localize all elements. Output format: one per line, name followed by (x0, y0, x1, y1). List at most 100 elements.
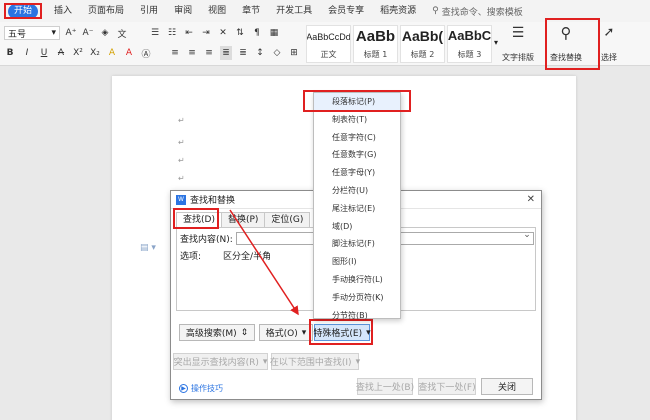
tab-developer[interactable]: 开发工具 (268, 0, 320, 22)
tab-page-layout[interactable]: 页面布局 (80, 0, 132, 22)
find-next-button[interactable]: 查找下一处(F) (418, 378, 476, 395)
highlight-color-icon[interactable]: A (106, 46, 118, 60)
tab-find[interactable]: 查找(D) (176, 212, 222, 227)
format-button[interactable]: 格式(O) ▾ (259, 324, 313, 341)
find-in-button[interactable]: 在以下范围中查找(I) ▾ (270, 353, 361, 370)
menu-item-section-break[interactable]: 分节符(B) (314, 307, 400, 325)
find-previous-button[interactable]: 查找上一处(B) (356, 378, 414, 395)
menu-item-any-digit[interactable]: 任意数字(G) (314, 146, 400, 164)
margin-doc-icon[interactable]: ▤ ▾ (140, 243, 156, 253)
menu-item-column-break[interactable]: 分栏符(U) (314, 182, 400, 200)
style-sample: AaBbCcDd (306, 32, 351, 42)
tab-section[interactable]: 章节 (234, 0, 268, 22)
chevron-down-icon: ▾ (355, 356, 361, 367)
highlight-all-button[interactable]: 突出显示查找内容(R) ▾ (173, 353, 268, 370)
dialog-title: 查找和替换 (190, 196, 236, 206)
border-icon[interactable]: ⊞ (288, 46, 300, 60)
menu-item-any-letter[interactable]: 任意字母(Y) (314, 164, 400, 182)
paragraph-mark: ↵ (178, 174, 185, 183)
font-size-select[interactable]: 五号 ▾ (4, 26, 60, 40)
special-format-label: 特殊格式(E) (313, 329, 363, 339)
play-icon: ▶ (179, 384, 188, 393)
shrink-font-icon[interactable]: A⁻ (82, 26, 94, 40)
style-normal[interactable]: AaBbCcDd 正文 (306, 25, 351, 63)
tab-goto[interactable]: 定位(G) (264, 212, 311, 227)
outdent-icon[interactable]: ⇤ (183, 26, 195, 40)
tab-references[interactable]: 引用 (132, 0, 166, 22)
advanced-search-label: 高级搜索(M) (185, 329, 237, 339)
tab-insert[interactable]: 插入 (46, 0, 80, 22)
wps-icon: W (176, 194, 186, 205)
align-center-icon[interactable]: ≡ (186, 46, 198, 60)
menu-item-any-char[interactable]: 任意字符(C) (314, 129, 400, 147)
dialog-tabs: 查找(D) 替换(P) 定位(G) (176, 212, 311, 227)
font-size-value: 五号 (8, 29, 27, 40)
chevron-down-icon: ▾ (262, 356, 268, 367)
tab-docer[interactable]: 稻壳资源 (372, 0, 424, 22)
italic-icon[interactable]: I (21, 46, 33, 60)
show-marks-icon[interactable]: ¶ (251, 26, 263, 40)
style-heading-3[interactable]: AaBbC 标题 3 (447, 25, 492, 63)
text-layout-button[interactable]: ☰ 文字排版 (502, 25, 534, 63)
superscript-icon[interactable]: X² (72, 46, 84, 60)
select-label: 选择 (601, 53, 617, 62)
menu-item-paragraph-mark[interactable]: 段落标记(P) (314, 93, 400, 111)
tips-label: 操作技巧 (191, 384, 223, 393)
menu-item-graphic[interactable]: 图形(I) (314, 253, 400, 271)
distribute-icon[interactable]: ≣ (237, 46, 249, 60)
tab-replace[interactable]: 替换(P) (220, 212, 266, 227)
style-name: 标题 3 (457, 50, 482, 59)
style-gallery-expand-icon[interactable]: ▾ (494, 38, 498, 47)
command-search[interactable]: ⚲ 查找命令、搜索模板 (432, 5, 523, 18)
bullet-list-icon[interactable]: ☰ (149, 26, 161, 40)
advanced-search-button[interactable]: 高级搜索(M) ⇕ (179, 324, 255, 341)
format-label: 格式(O) (265, 329, 298, 339)
tab-member[interactable]: 会员专享 (320, 0, 372, 22)
font-color-icon[interactable]: A (123, 46, 135, 60)
style-heading-1[interactable]: AaBb 标题 1 (353, 25, 398, 63)
table-icon[interactable]: ▦ (268, 26, 280, 40)
clear-format-icon[interactable]: ◈ (99, 26, 111, 40)
style-heading-2[interactable]: AaBb( 标题 2 (400, 25, 445, 63)
menu-item-field[interactable]: 域(D) (314, 218, 400, 236)
grow-font-icon[interactable]: A⁺ (65, 26, 77, 40)
select-button[interactable]: ➚ 选择 (601, 25, 617, 63)
find-label: 查找内容(N): (180, 235, 233, 245)
chinese-layout-icon[interactable]: ✕ (217, 26, 229, 40)
sort-icon[interactable]: ⇅ (234, 26, 246, 40)
tab-view[interactable]: 视图 (200, 0, 234, 22)
shading-icon[interactable]: ◇ (271, 46, 283, 60)
strikethrough-icon[interactable]: A (55, 46, 67, 60)
menu-item-manual-line-break[interactable]: 手动换行符(L) (314, 271, 400, 289)
find-replace-button[interactable]: ⚲ 查找替换 (550, 25, 582, 63)
align-left-icon[interactable]: ≡ (169, 46, 181, 60)
close-button[interactable]: 关闭 (481, 378, 533, 395)
menu-item-footnote-mark[interactable]: 脚注标记(F) (314, 235, 400, 253)
style-name: 正文 (320, 50, 337, 59)
underline-icon[interactable]: U (38, 46, 50, 60)
special-format-button[interactable]: 特殊格式(E) ▾ (313, 324, 371, 341)
align-right-icon[interactable]: ≡ (203, 46, 215, 60)
tab-review[interactable]: 审阅 (166, 0, 200, 22)
justify-icon[interactable]: ≣ (220, 46, 232, 60)
tab-start[interactable]: 开始 (0, 0, 46, 22)
magnifier-icon: ⚲ (560, 24, 572, 42)
ribbon-tabs: 开始 插入 页面布局 引用 审阅 视图 章节 开发工具 会员专享 稻壳资源 ⚲ … (0, 0, 650, 22)
phonetic-icon[interactable]: 文 (116, 26, 128, 40)
menu-item-endnote-mark[interactable]: 尾注标记(E) (314, 200, 400, 218)
numbered-list-icon[interactable]: ☷ (166, 26, 178, 40)
menu-item-manual-page-break[interactable]: 手动分页符(K) (314, 289, 400, 307)
cursor-icon: ➚ (603, 25, 615, 40)
style-sample: AaBb( (401, 28, 444, 44)
bold-icon[interactable]: B (4, 46, 16, 60)
style-gallery: AaBbCcDd 正文 AaBb 标题 1 AaBb( 标题 2 AaBbC 标… (306, 25, 492, 63)
tips-link[interactable]: ▶ 操作技巧 (179, 383, 223, 394)
subscript-icon[interactable]: X₂ (89, 46, 101, 60)
indent-icon[interactable]: ⇥ (200, 26, 212, 40)
style-name: 标题 2 (410, 50, 435, 59)
close-icon[interactable]: ✕ (527, 194, 535, 205)
command-search-placeholder: 查找命令、搜索模板 (441, 7, 523, 18)
menu-item-tab[interactable]: 制表符(T) (314, 111, 400, 129)
char-border-icon[interactable]: Ⓐ (140, 46, 152, 60)
line-spacing-icon[interactable]: ↕ (254, 46, 266, 60)
